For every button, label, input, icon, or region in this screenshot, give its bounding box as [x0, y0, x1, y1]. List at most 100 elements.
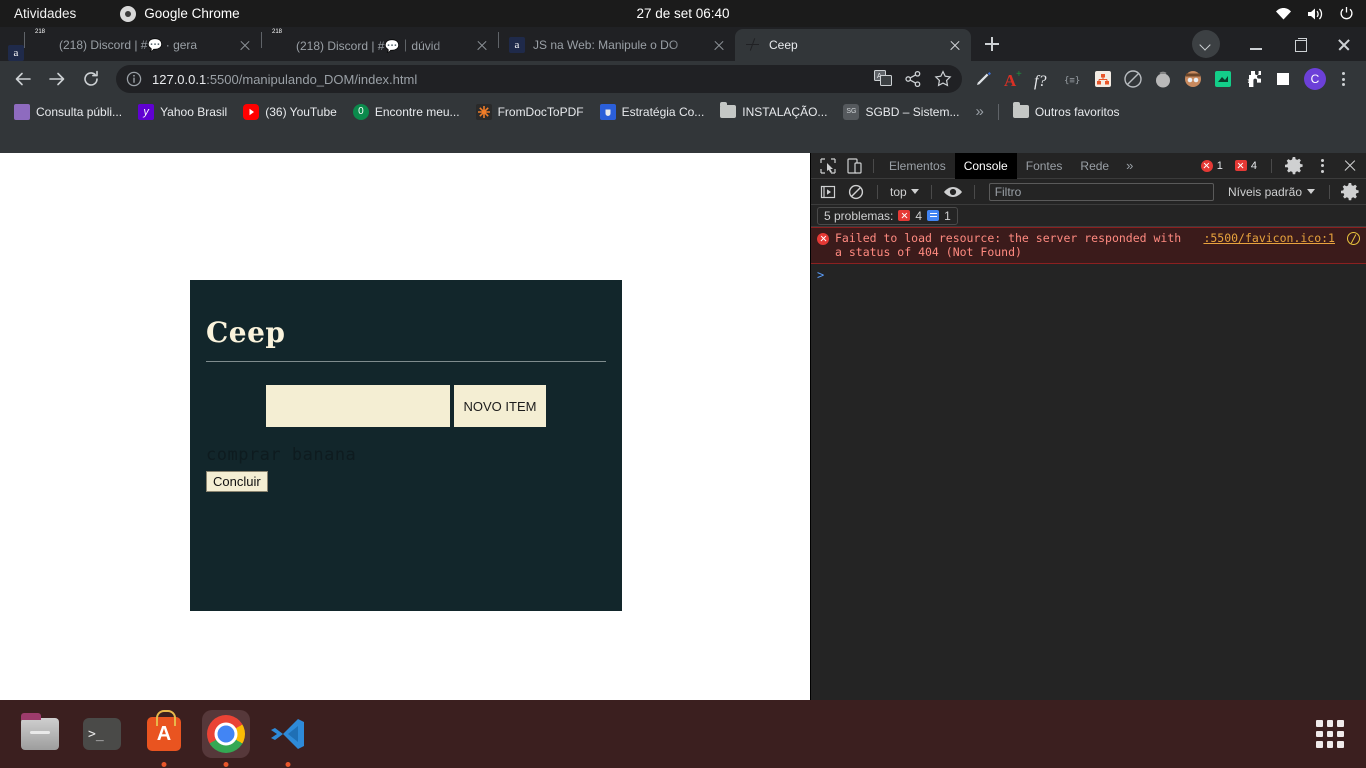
- tomato-timer-extension-icon[interactable]: [1150, 66, 1176, 92]
- bookmark-encontre-meu[interactable]: 0 Encontre meu...: [345, 101, 468, 123]
- bookmark-instalacao[interactable]: INSTALAÇÃO...: [712, 102, 835, 122]
- bookmarks-divider: [997, 103, 999, 120]
- dock: >_ A: [0, 700, 1366, 768]
- console-settings-icon[interactable]: [1338, 180, 1362, 204]
- fonts-extension-icon[interactable]: f?: [1030, 66, 1056, 92]
- close-icon[interactable]: [237, 37, 253, 53]
- puzzle-extensions-icon[interactable]: [1240, 66, 1266, 92]
- orange-site-icon: [475, 103, 492, 120]
- error-count-badge[interactable]: 1: [1197, 159, 1227, 173]
- new-item-button[interactable]: NOVO ITEM: [454, 385, 546, 427]
- site-info-icon[interactable]: [126, 71, 142, 87]
- context-label: top: [890, 184, 907, 199]
- minimize-button[interactable]: [1234, 27, 1278, 61]
- console-message-source-link[interactable]: :5500/favicon.ico:1: [1203, 231, 1335, 245]
- tab-js-na-web[interactable]: a JS na Web: Manipule o DO: [499, 29, 735, 61]
- tab-console[interactable]: Console: [954, 152, 1017, 179]
- dock-item-terminal[interactable]: >_: [78, 710, 126, 758]
- live-expression-eye-icon[interactable]: [940, 180, 966, 204]
- tab-discord-duvidas[interactable]: (218) Discord | #💬｜dúvid: [262, 29, 498, 61]
- gear-icon[interactable]: [1282, 154, 1306, 178]
- bookmark-youtube[interactable]: (36) YouTube: [235, 101, 345, 123]
- yahoo-icon: y: [138, 103, 155, 120]
- problems-info-count: 1: [944, 208, 951, 223]
- list-item-text: comprar banana: [206, 445, 357, 465]
- more-tabs-button[interactable]: »: [1118, 158, 1141, 173]
- tab-rede[interactable]: Rede: [1071, 153, 1118, 179]
- bookmark-consulta-publica[interactable]: Consulta públi...: [6, 101, 130, 123]
- bookmark-label: FromDocToPDF: [497, 104, 584, 119]
- grammar-extension-icon[interactable]: A +: [1000, 66, 1026, 92]
- bookmarks-overflow-button[interactable]: »: [967, 103, 991, 120]
- info-icon: [927, 210, 940, 221]
- activities-button[interactable]: Atividades: [14, 6, 76, 21]
- filter-input[interactable]: [988, 182, 1214, 201]
- complete-item-button[interactable]: Concluir: [206, 471, 268, 492]
- avatar[interactable]: C: [1304, 68, 1326, 90]
- tab-fontes[interactable]: Fontes: [1017, 153, 1072, 179]
- close-icon[interactable]: [711, 37, 727, 53]
- inspect-element-icon[interactable]: [815, 154, 841, 178]
- console-error-message[interactable]: Failed to load resource: the server resp…: [811, 227, 1366, 264]
- bookmark-outros-favoritos[interactable]: Outros favoritos: [1005, 102, 1128, 122]
- dock-item-google-chrome[interactable]: [202, 710, 250, 767]
- more-options-button[interactable]: [1310, 154, 1334, 178]
- maximize-button[interactable]: [1278, 27, 1322, 61]
- problems-chip[interactable]: 5 problemas: 4 1: [817, 206, 958, 225]
- svg-text:+: +: [1016, 69, 1022, 80]
- chrome-menu-button[interactable]: [1330, 66, 1356, 92]
- error-icon: [1200, 159, 1213, 172]
- new-item-input[interactable]: [266, 385, 450, 427]
- device-toolbar-icon[interactable]: [841, 154, 867, 178]
- tab-elementos[interactable]: Elementos: [880, 153, 955, 179]
- square-extension-icon[interactable]: [1270, 66, 1296, 92]
- code-extension-icon[interactable]: {≡}: [1060, 66, 1086, 92]
- dock-item-files[interactable]: [16, 710, 64, 758]
- close-icon[interactable]: [947, 37, 963, 53]
- active-app-indicator[interactable]: Google Chrome: [120, 5, 240, 22]
- show-applications-button[interactable]: [1316, 720, 1344, 748]
- warning-count-badge[interactable]: 4: [1231, 159, 1261, 173]
- sitemap-extension-icon[interactable]: [1090, 66, 1116, 92]
- avatar-extension-icon[interactable]: [1180, 66, 1206, 92]
- marker-extension-icon[interactable]: [970, 66, 996, 92]
- page-viewport: Ceep NOVO ITEM comprar banana Concluir: [0, 153, 810, 727]
- tab-discord-geral[interactable]: (218) Discord | #💬 · gera: [25, 29, 261, 61]
- divider: [877, 184, 878, 199]
- bookmark-label: SGBD – Sistem...: [865, 104, 960, 119]
- close-window-button[interactable]: [1322, 27, 1366, 61]
- tab-title: (218) Discord | #💬 · gera: [59, 38, 198, 52]
- execute-icon[interactable]: [815, 180, 841, 204]
- chevron-down-icon: [1307, 189, 1315, 194]
- address-bar[interactable]: 127.0.0.1:5500/manipulando_DOM/index.htm…: [116, 65, 962, 93]
- blocker-extension-icon[interactable]: [1120, 66, 1146, 92]
- new-tab-button[interactable]: [977, 29, 1007, 59]
- bookmark-label: Estratégia Co...: [621, 104, 705, 119]
- console-prompt[interactable]: >: [811, 264, 1366, 286]
- divider: [873, 158, 874, 173]
- clear-console-icon[interactable]: [843, 180, 869, 204]
- bookmark-fromdoctopdf[interactable]: FromDocToPDF: [468, 101, 592, 123]
- dock-item-vscode[interactable]: [264, 710, 312, 767]
- tab-ceep[interactable]: Ceep: [735, 29, 971, 61]
- issue-link-icon[interactable]: [1347, 232, 1360, 245]
- bookmark-estrategia-concursos[interactable]: Estratégia Co...: [592, 101, 713, 123]
- bookmark-sgbd[interactable]: SG SGBD – Sistem...: [835, 101, 967, 123]
- green-extension-icon[interactable]: [1210, 66, 1236, 92]
- back-button[interactable]: [8, 64, 38, 94]
- translate-icon[interactable]: A: [874, 70, 892, 88]
- bookmark-yahoo-brasil[interactable]: y Yahoo Brasil: [130, 101, 235, 123]
- dock-item-software-store[interactable]: A: [140, 710, 188, 767]
- close-icon[interactable]: [474, 37, 490, 53]
- system-status-area[interactable]: [1275, 6, 1354, 21]
- bookmark-star-icon[interactable]: [934, 70, 952, 88]
- reload-button[interactable]: [76, 64, 106, 94]
- forward-button[interactable]: [42, 64, 72, 94]
- close-devtools-button[interactable]: [1338, 154, 1362, 178]
- bookmark-label: Outros favoritos: [1034, 104, 1120, 119]
- tab-search-icon[interactable]: [1192, 30, 1220, 58]
- share-icon[interactable]: [904, 70, 922, 88]
- title-divider: [206, 361, 606, 362]
- context-selector[interactable]: top: [886, 185, 923, 199]
- log-levels-selector[interactable]: Níveis padrão: [1222, 185, 1321, 199]
